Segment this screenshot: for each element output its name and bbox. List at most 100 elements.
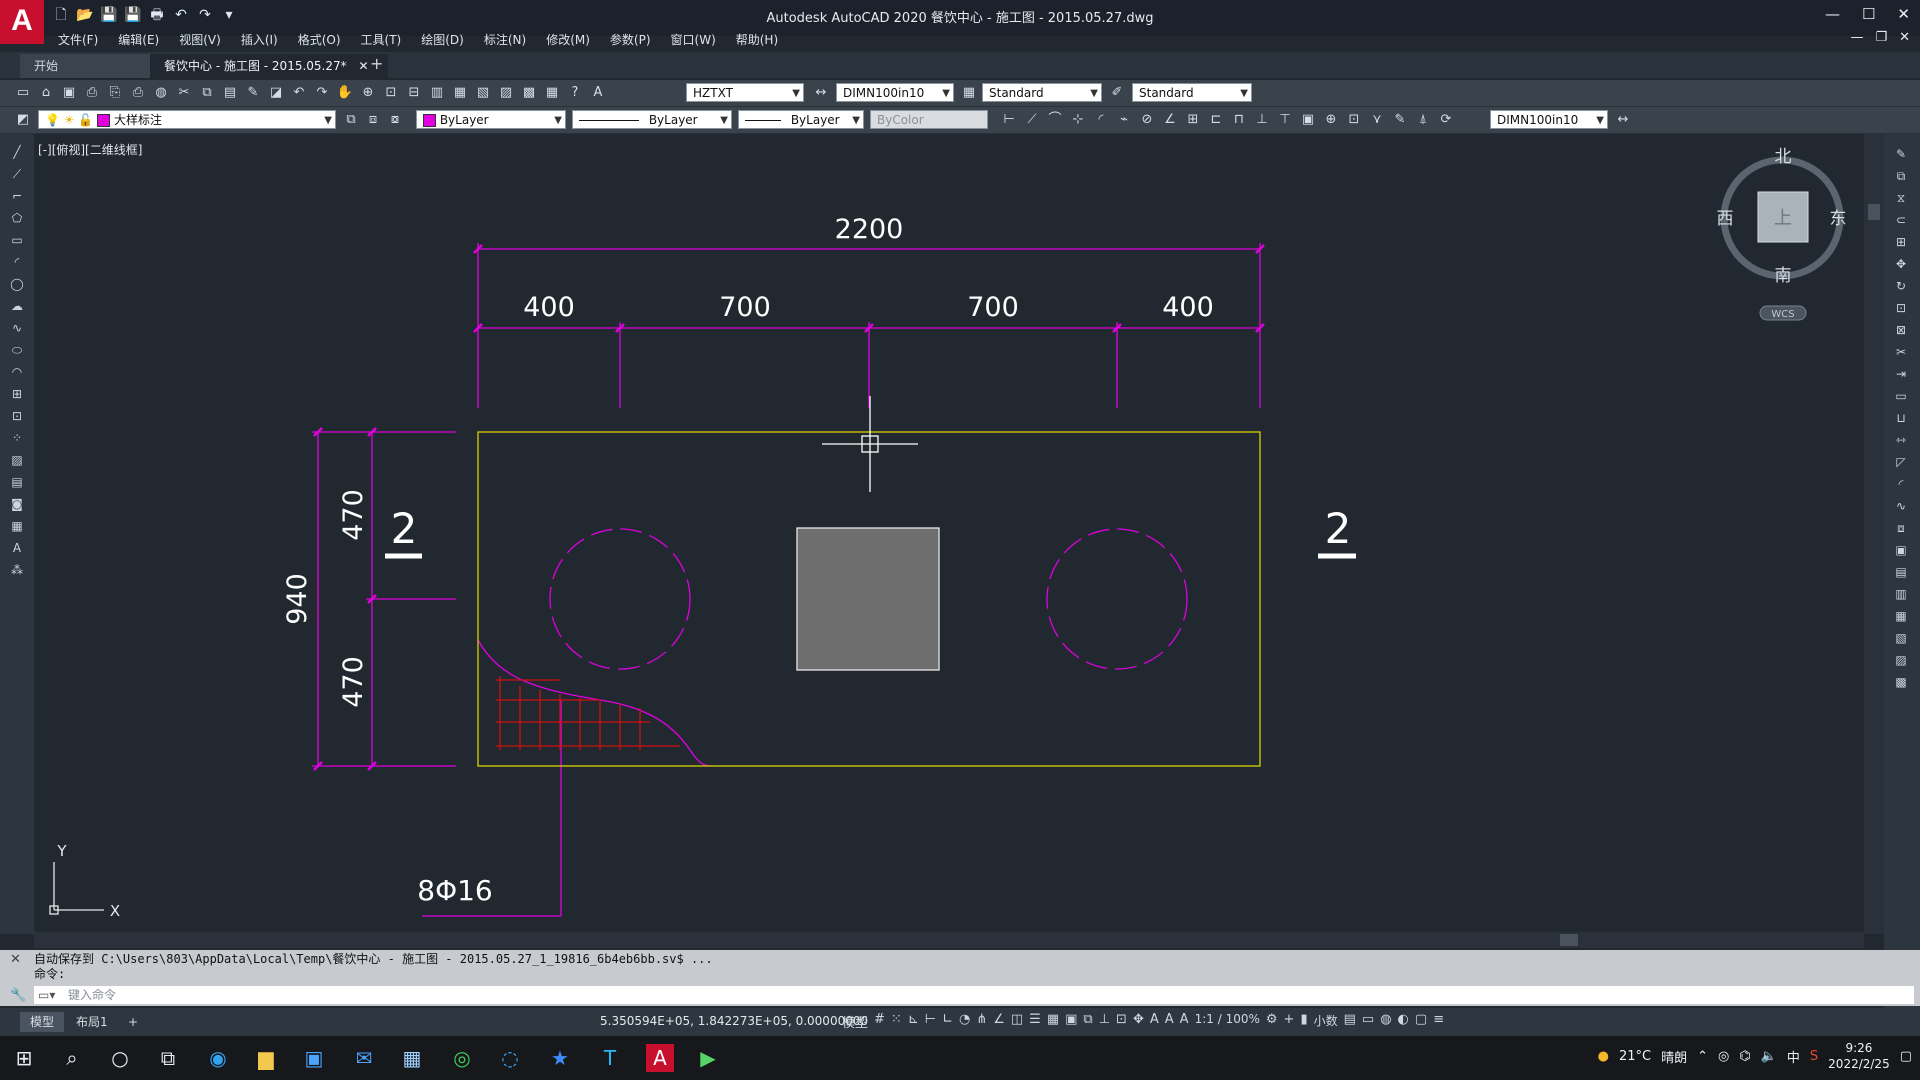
graphics-performance-icon[interactable]: ◐ (1398, 1012, 1409, 1031)
clean-screen-icon[interactable]: ▢ (1415, 1012, 1427, 1031)
store-icon[interactable]: ▣ (300, 1044, 328, 1072)
break-icon[interactable]: ⊔ (1892, 410, 1910, 426)
annotation-monitor-icon[interactable]: + (1284, 1012, 1295, 1031)
coordinate-display[interactable]: 5.350594E+05, 1.842273E+05, 0.00000000 (600, 1014, 868, 1028)
vertical-scrollbar[interactable] (1864, 134, 1884, 934)
recent-commands-icon[interactable]: ▭▾ (38, 986, 55, 1004)
lock-ui-icon[interactable]: ▭ (1362, 1012, 1374, 1031)
sogou-input-icon[interactable]: S (1810, 1049, 1818, 1064)
snap-icon[interactable]: ⁙ (891, 1012, 902, 1031)
object-snap-tracking-icon[interactable]: ∠ (993, 1012, 1005, 1031)
chamfer-icon[interactable]: ◸ (1892, 454, 1910, 470)
polar-tracking-icon[interactable]: ◔ (959, 1012, 970, 1031)
dynamic-ucs-icon[interactable]: ⊥ (1099, 1012, 1110, 1031)
lineweight-icon[interactable]: ☰ (1029, 1012, 1041, 1031)
scale-icon[interactable]: ⊡ (1892, 300, 1910, 316)
gizmo-icon[interactable]: ✥ (1133, 1012, 1144, 1031)
mail-icon[interactable]: ✉ (350, 1044, 378, 1072)
object-snap-icon[interactable]: ◫ (1011, 1012, 1023, 1031)
isodraft-icon[interactable]: ⋔ (976, 1012, 987, 1031)
compass-north[interactable]: 北 (1775, 147, 1792, 167)
draw-order-icon[interactable]: ▩ (1892, 674, 1910, 690)
model-space-button[interactable]: 模型 (842, 1012, 868, 1031)
column-block (796, 527, 940, 671)
copy-object-icon[interactable]: ⧉ (1892, 168, 1910, 184)
cortana-icon[interactable]: ○ (106, 1044, 134, 1072)
quick-properties-icon[interactable]: ▤ (1344, 1012, 1356, 1031)
compass-south[interactable]: 南 (1775, 266, 1792, 286)
notification-icon[interactable]: ▢ (1900, 1049, 1912, 1064)
grid-icon[interactable]: # (874, 1012, 885, 1031)
draw-order-back-icon[interactable]: ▤ (1892, 564, 1910, 580)
wechat-icon[interactable]: ◎ (448, 1044, 476, 1072)
search-icon[interactable]: ⌕ (58, 1044, 86, 1072)
windows-start-icon[interactable]: ⊞ (10, 1044, 38, 1072)
volume-icon[interactable]: 🔈 (1761, 1049, 1777, 1064)
move-icon[interactable]: ✥ (1892, 256, 1910, 272)
3d-osnap-icon[interactable]: ⧉ (1083, 1012, 1092, 1031)
text-app-icon[interactable]: T (596, 1044, 624, 1072)
autocad-taskbar-icon[interactable]: A (646, 1044, 674, 1072)
horizontal-scrollbar[interactable] (34, 932, 1864, 948)
break-point-icon[interactable]: ▭ (1892, 388, 1910, 404)
draw-order-front-icon[interactable]: ▣ (1892, 542, 1910, 558)
infer-constraints-icon[interactable]: ⊾ (908, 1012, 919, 1031)
app-star-icon[interactable]: ★ (546, 1044, 574, 1072)
units-icon[interactable]: ▮ (1300, 1012, 1307, 1031)
command-line-close-icon[interactable]: ✕ (10, 952, 21, 967)
text-front-icon[interactable]: ▧ (1892, 630, 1910, 646)
send-under-icon[interactable]: ▦ (1892, 608, 1910, 624)
auto-scale-icon[interactable]: A (1165, 1012, 1174, 1031)
tab-model[interactable]: 模型 (20, 1012, 65, 1032)
annotation-scale-icon[interactable]: A (1180, 1012, 1189, 1031)
ime-indicator[interactable]: 中 (1787, 1047, 1800, 1066)
workspace-gear-icon[interactable]: ⚙ (1266, 1012, 1278, 1031)
add-layout-button[interactable]: + (118, 1012, 148, 1032)
erase-icon[interactable]: ✎ (1892, 146, 1910, 162)
clock[interactable]: 9:26 2022/2/25 (1828, 1040, 1890, 1072)
weather-text[interactable]: 晴朗 (1661, 1047, 1687, 1066)
network-icon[interactable]: ⌬ (1739, 1049, 1750, 1064)
annotation-visibility-icon[interactable]: A (1150, 1012, 1159, 1031)
tab-layout1[interactable]: 布局1 (66, 1012, 118, 1032)
viewcube[interactable]: 上 北 南 东 西 WCS (1700, 140, 1860, 330)
rotate-icon[interactable]: ↻ (1892, 278, 1910, 294)
hatch-back-icon[interactable]: ▨ (1892, 652, 1910, 668)
units-value[interactable]: 小数 (1314, 1012, 1338, 1031)
bring-above-icon[interactable]: ▥ (1892, 586, 1910, 602)
calculator-icon[interactable]: ▦ (398, 1044, 426, 1072)
dynamic-input-icon[interactable]: ⊢ (925, 1012, 936, 1031)
join-icon[interactable]: ⇿ (1892, 432, 1910, 448)
edge-browser-icon[interactable]: ◉ (204, 1044, 232, 1072)
isolate-objects-icon[interactable]: ◍ (1380, 1012, 1391, 1031)
customization-menu-icon[interactable]: ≡ (1433, 1012, 1444, 1031)
transparency-icon[interactable]: ▦ (1047, 1012, 1059, 1031)
command-line-customize-icon[interactable]: 🔧 (10, 988, 26, 1003)
browser-search-icon[interactable]: ◌ (496, 1044, 524, 1072)
stretch-icon[interactable]: ⊠ (1892, 322, 1910, 338)
task-view-icon[interactable]: ⧉ (154, 1044, 182, 1072)
fillet-icon[interactable]: ◜ (1892, 476, 1910, 492)
mirror-icon[interactable]: ⧖ (1892, 190, 1910, 206)
ortho-icon[interactable]: ∟ (942, 1012, 953, 1031)
media-player-icon[interactable]: ▶ (694, 1044, 722, 1072)
file-explorer-icon[interactable]: ▆ (252, 1044, 280, 1072)
selection-filter-icon[interactable]: ⊡ (1116, 1012, 1127, 1031)
array-icon[interactable]: ⊞ (1892, 234, 1910, 250)
offset-icon[interactable]: ⊂ (1892, 212, 1910, 228)
trim-icon[interactable]: ✂ (1892, 344, 1910, 360)
wechat-tray-icon[interactable]: ◎ (1718, 1049, 1729, 1064)
annotation-scale-value[interactable]: 1:1 / 100% (1195, 1012, 1260, 1031)
weather-icon[interactable]: ● (1598, 1049, 1609, 1064)
blend-icon[interactable]: ∿ (1892, 498, 1910, 514)
extend-icon[interactable]: ⇥ (1892, 366, 1910, 382)
horizontal-scroll-thumb[interactable] (1560, 934, 1578, 946)
tray-expand-icon[interactable]: ⌃ (1697, 1049, 1708, 1064)
command-input[interactable]: ▭▾ 键入命令 (34, 986, 1914, 1004)
explode-icon[interactable]: ⧈ (1892, 520, 1910, 536)
selection-cycling-icon[interactable]: ▣ (1065, 1012, 1077, 1031)
compass-east[interactable]: 东 (1830, 209, 1847, 229)
weather-temp[interactable]: 21°C (1619, 1049, 1651, 1064)
compass-west[interactable]: 西 (1717, 209, 1734, 229)
vertical-scroll-thumb[interactable] (1868, 204, 1880, 220)
